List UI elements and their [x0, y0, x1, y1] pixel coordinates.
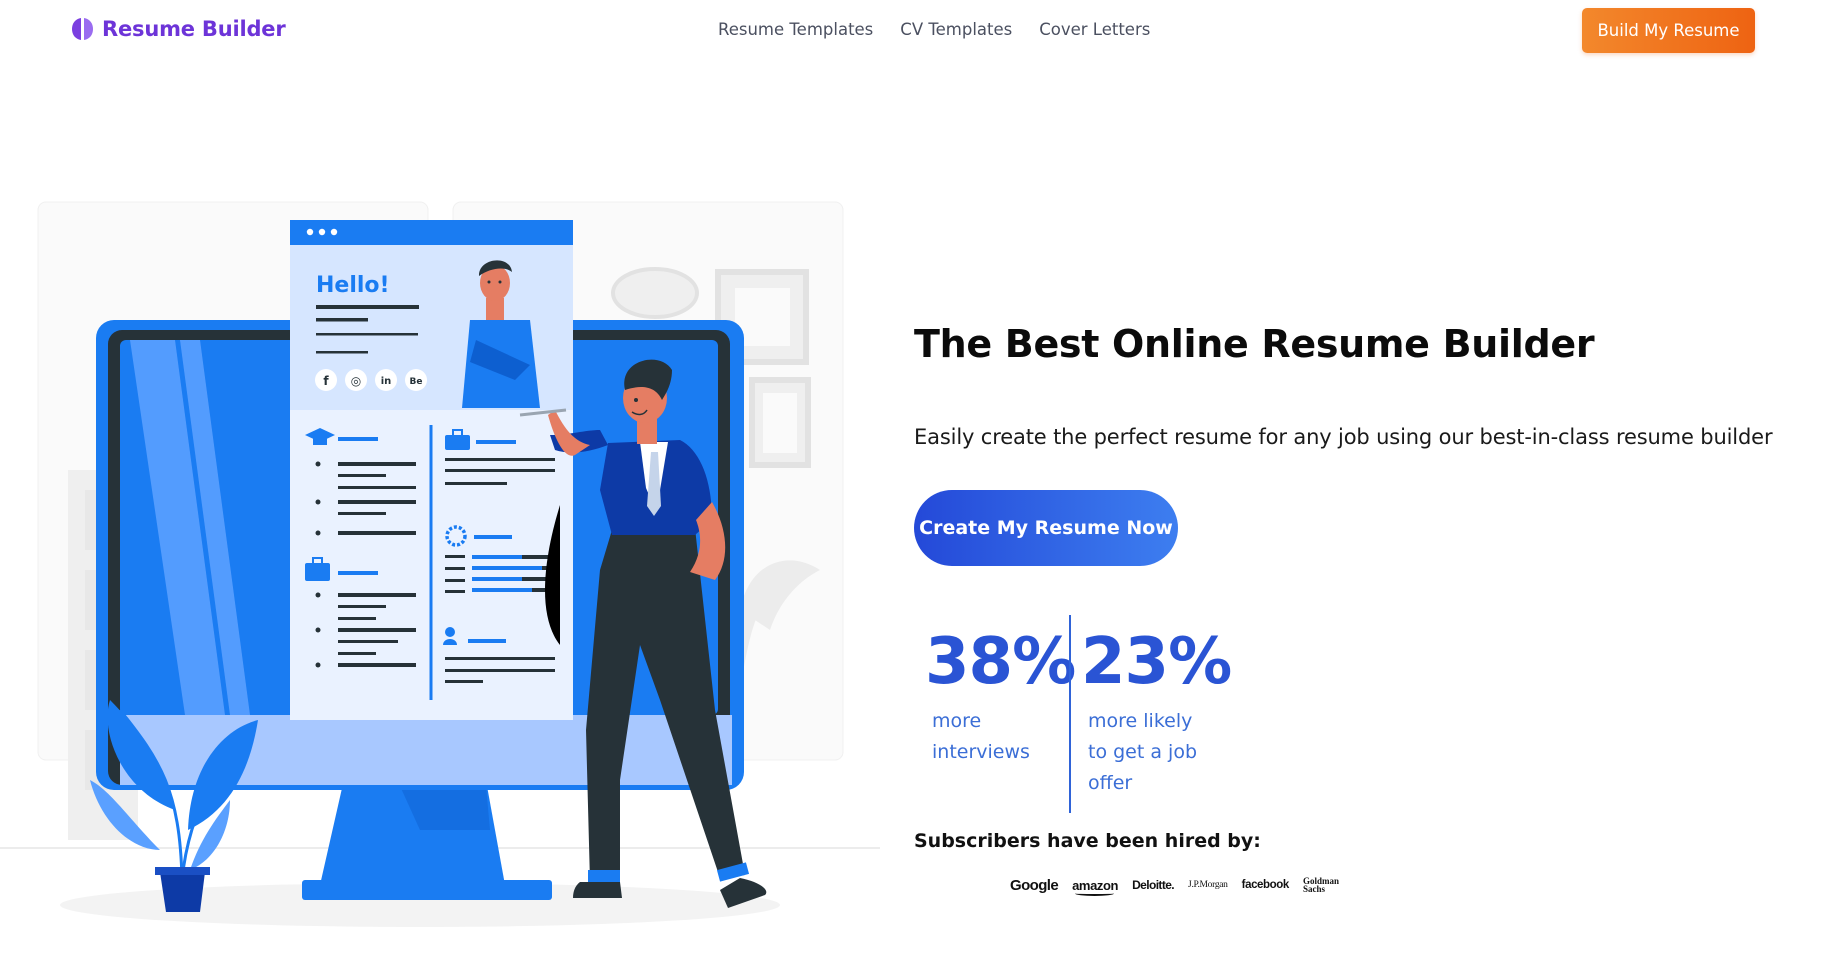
company-logo-goldman-sachs: Goldman Sachs — [1302, 876, 1339, 894]
company-logos: Google amazon Deloitte. J.P.Morgan faceb… — [1010, 873, 1343, 897]
nav-link-resume-templates[interactable]: Resume Templates — [718, 20, 873, 39]
create-my-resume-button[interactable]: Create My Resume Now — [914, 490, 1178, 566]
stat-value: 23% — [1081, 625, 1232, 699]
svg-text:f: f — [323, 374, 329, 388]
background-mirror — [611, 267, 699, 319]
top-navigation: Resume Builder Resume Templates CV Templ… — [0, 0, 1833, 64]
brand-logo-link[interactable]: Resume Builder — [71, 17, 286, 41]
nav-link-cv-templates[interactable]: CV Templates — [900, 20, 1012, 39]
hero-subtitle: Easily create the perfect resume for any… — [914, 425, 1773, 449]
page-title: The Best Online Resume Builder — [914, 322, 1595, 366]
company-logo-google: Google — [1010, 876, 1059, 894]
facebook-icon: f — [315, 369, 337, 391]
nav-link-cover-letters[interactable]: Cover Letters — [1039, 20, 1150, 39]
stat-label: more likely to get a job offer — [1088, 710, 1197, 794]
stat-value: 38% — [925, 625, 1076, 699]
company-logo-deloitte: Deloitte. — [1132, 878, 1175, 892]
resume-builder-illustration: Hello! f ◎ in Be — [0, 201, 880, 927]
stat-label: more interviews — [932, 710, 1030, 763]
company-logo-amazon: amazon — [1072, 877, 1119, 896]
behance-icon: Be — [405, 369, 427, 391]
resume-greeting: Hello! — [316, 273, 390, 298]
stat-job-offer: 23% more likely to get a job offer — [1081, 630, 1241, 799]
linkedin-icon: in — [375, 369, 397, 391]
svg-text:◎: ◎ — [351, 374, 361, 388]
brand-name: Resume Builder — [102, 17, 286, 41]
build-my-resume-button[interactable]: Build My Resume — [1582, 8, 1755, 53]
stat-interviews: 38% more interviews — [925, 625, 1076, 768]
hero-illustration: Hello! f ◎ in Be — [0, 190, 880, 930]
stat-divider — [1069, 615, 1071, 813]
company-logo-facebook: facebook — [1241, 879, 1290, 891]
svg-text:Be: Be — [410, 377, 423, 387]
instagram-icon: ◎ — [345, 369, 367, 391]
main-menu: Resume Templates CV Templates Cover Lett… — [718, 20, 1150, 39]
resume-builder-logo-icon — [72, 18, 93, 40]
hired-by-heading: Subscribers have been hired by: — [914, 830, 1261, 852]
monitor-base — [302, 880, 552, 900]
svg-text:in: in — [381, 376, 392, 387]
company-logo-jpmorgan: J.P.Morgan — [1188, 880, 1228, 890]
